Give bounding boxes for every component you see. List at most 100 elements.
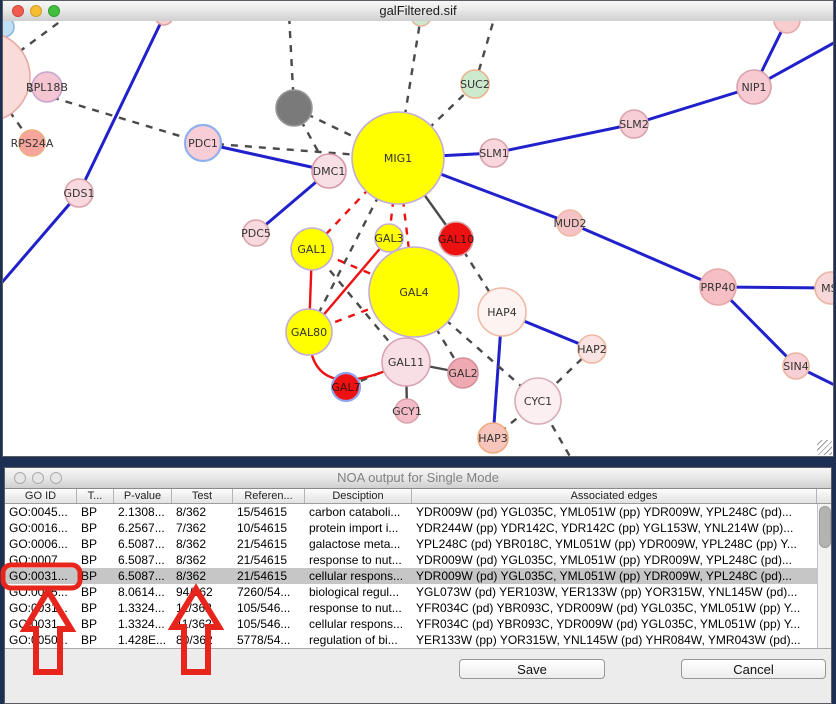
cell-goid: GO:0045...	[5, 504, 77, 520]
cell-associatededges: YDR009W (pd) YGL035C, YML051W (pp) YDR00…	[412, 568, 817, 584]
table-row[interactable]: GO:0031...BP1.3324...11/362105/546...cel…	[5, 616, 817, 632]
column-header-associatededges[interactable]: Associated edges	[412, 489, 817, 503]
column-header-referen[interactable]: Referen...	[233, 489, 305, 503]
cell-pvalue: 6.5087...	[114, 552, 172, 568]
cell-associatededges: YPL248C (pd) YBR018C, YML051W (pp) YDR00…	[412, 536, 817, 552]
node-label: SUC2	[460, 78, 490, 91]
cell-pvalue: 6.2567...	[114, 520, 172, 536]
network-window-titlebar[interactable]: galFiltered.sif	[3, 1, 833, 22]
column-header-test[interactable]: Test	[172, 489, 233, 503]
cell-t: BP	[77, 632, 114, 648]
cancel-button[interactable]: Cancel	[681, 659, 826, 679]
node-label: GAL11	[388, 356, 424, 369]
cell-associatededges: YER133W (pp) YOR315W, YNL145W (pd) YHR08…	[412, 632, 817, 648]
save-button[interactable]: Save	[459, 659, 605, 679]
cell-pvalue: 1.3324...	[114, 600, 172, 616]
network-node-cut-top-mid[interactable]	[155, 21, 173, 25]
column-header-t[interactable]: T...	[77, 489, 114, 503]
cell-desciption: response to nut...	[305, 600, 412, 616]
network-edge-GDS1-off-bl	[3, 193, 79, 301]
cell-test: 80/362	[172, 632, 233, 648]
network-edge-MUD2-PRP40	[570, 223, 718, 287]
node-label: GAL1	[297, 243, 326, 256]
node-label: GAL4	[399, 286, 428, 299]
cell-associatededges: YGL073W (pd) YER103W, YER133W (pp) YOR31…	[412, 584, 817, 600]
cell-t: BP	[77, 600, 114, 616]
cell-goid: GO:0016...	[5, 520, 77, 536]
cell-goid: GO:0031...	[5, 600, 77, 616]
cell-test: 11/362	[172, 616, 233, 632]
column-header-pvalue[interactable]: P-value	[114, 489, 172, 503]
table-row[interactable]: GO:0065...BP8.0614...94/3627260/54...bio…	[5, 584, 817, 600]
cell-test: 8/362	[172, 568, 233, 584]
cell-goid: GO:0006...	[5, 536, 77, 552]
cell-referen: 105/546...	[233, 600, 305, 616]
cell-t: BP	[77, 536, 114, 552]
network-window-title: galFiltered.sif	[3, 3, 833, 18]
cell-test: 94/362	[172, 584, 233, 600]
network-graph: RPL18BRPS24AGDS1PDC1MIG1DMC1PDC5SUC2SLM1…	[3, 21, 833, 456]
cell-referen: 5778/54...	[233, 632, 305, 648]
network-node-gray-node[interactable]	[276, 90, 312, 126]
table-header-row: GO IDT...P-valueTestReferen...Desciption…	[5, 489, 831, 504]
network-edge-cut-top-mid-GDS1	[79, 21, 164, 193]
table-row[interactable]: GO:0006...BP6.5087...8/36221/54615galact…	[5, 536, 817, 552]
noa-window-titlebar[interactable]: NOA output for Single Mode	[5, 468, 831, 489]
table-row[interactable]: GO:0045...BP2.1308...8/36215/54615carbon…	[5, 504, 817, 520]
node-label: MIG1	[384, 152, 412, 165]
node-label: NIP1	[741, 81, 766, 94]
network-node-cut-top-right[interactable]	[774, 21, 800, 33]
cell-pvalue: 6.5087...	[114, 568, 172, 584]
cell-associatededges: YDR009W (pd) YGL035C, YML051W (pp) YDR00…	[412, 552, 817, 568]
cell-test: 7/362	[172, 520, 233, 536]
node-label: HAP3	[478, 432, 507, 445]
cell-desciption: regulation of bi...	[305, 632, 412, 648]
cell-test: 8/362	[172, 536, 233, 552]
cell-desciption: carbon cataboli...	[305, 504, 412, 520]
cell-associatededges: YDR009W (pd) YGL035C, YML051W (pp) YDR00…	[412, 504, 817, 520]
noa-results-table: GO:0045...BP2.1308...8/36215/54615carbon…	[5, 504, 817, 648]
scrollbar-thumb[interactable]	[819, 506, 831, 548]
cell-referen: 21/54615	[233, 552, 305, 568]
table-row[interactable]: GO:0031...BP1.3324...11/362105/546...res…	[5, 600, 817, 616]
cell-goid: GO:0065...	[5, 584, 77, 600]
node-label: RPS24A	[11, 137, 54, 150]
node-label: GAL80	[291, 326, 327, 339]
network-node-cut-top-mig[interactable]	[411, 21, 431, 26]
table-row[interactable]: GO:0050...BP1.428E...80/3625778/54...reg…	[5, 632, 817, 648]
network-node-cut-topleft[interactable]	[3, 21, 14, 37]
cell-referen: 21/54615	[233, 536, 305, 552]
node-label: MUD2	[553, 217, 586, 230]
cell-desciption: cellular respons...	[305, 616, 412, 632]
cell-t: BP	[77, 552, 114, 568]
node-label: PDC5	[241, 227, 271, 240]
network-edge-SLM1-SLM2	[494, 124, 634, 153]
vertical-scrollbar[interactable]	[817, 504, 831, 648]
node-label: MSI	[821, 282, 833, 295]
resize-grip-icon[interactable]	[817, 440, 832, 455]
cell-referen: 15/54615	[233, 504, 305, 520]
cell-referen: 21/54615	[233, 568, 305, 584]
noa-output-window: NOA output for Single Mode GO IDT...P-va…	[4, 467, 832, 704]
node-label: GAL7	[331, 381, 360, 394]
network-canvas[interactable]: RPL18BRPS24AGDS1PDC1MIG1DMC1PDC5SUC2SLM1…	[3, 21, 833, 456]
node-label: GDS1	[64, 187, 95, 200]
cell-t: BP	[77, 616, 114, 632]
table-bottom-divider	[5, 648, 831, 649]
column-header-desciption[interactable]: Desciption	[305, 489, 412, 503]
node-label: DMC1	[313, 165, 346, 178]
network-edge-PDC1-DMC1	[203, 143, 329, 171]
table-row[interactable]: GO:0016...BP6.2567...7/36210/54615protei…	[5, 520, 817, 536]
node-label: SLM1	[479, 147, 509, 160]
cell-desciption: galactose meta...	[305, 536, 412, 552]
cell-goid: GO:0050...	[5, 632, 77, 648]
column-header-goid[interactable]: GO ID	[5, 489, 77, 503]
cell-pvalue: 6.5087...	[114, 536, 172, 552]
node-label: CYC1	[524, 395, 552, 408]
table-row[interactable]: GO:0007...BP6.5087...8/36221/54615respon…	[5, 552, 817, 568]
table-row[interactable]: GO:0031...BP6.5087...8/36221/54615cellul…	[5, 568, 817, 584]
cell-goid: GO:0007...	[5, 552, 77, 568]
network-node-big-left[interactable]	[3, 32, 30, 122]
node-label: PDC1	[188, 137, 218, 150]
node-label: SLM2	[619, 118, 649, 131]
